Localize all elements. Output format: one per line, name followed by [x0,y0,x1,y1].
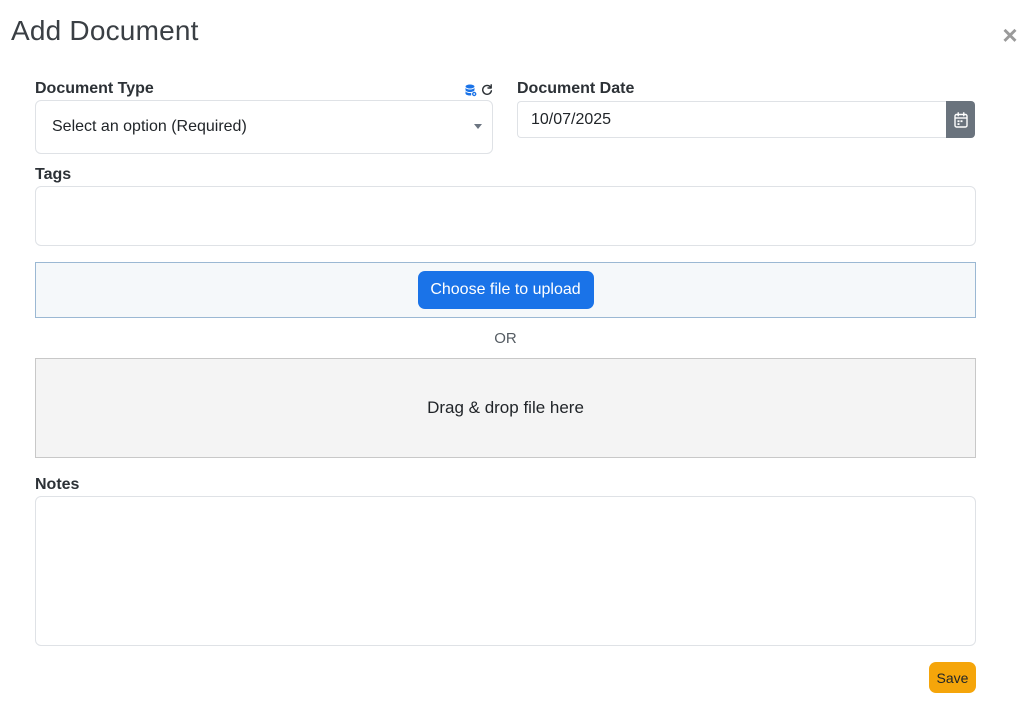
document-type-label: Document Type [35,80,154,97]
document-date-value: 10/07/2025 [531,110,612,128]
notes-textarea[interactable] [35,496,976,646]
notes-label: Notes [35,476,80,493]
date-picker-button[interactable] [946,101,975,138]
document-date-label: Document Date [517,80,635,97]
document-type-placeholder: Select an option (Required) [52,118,247,135]
document-type-actions [465,83,493,97]
refresh-icon[interactable] [481,83,493,97]
calendar-icon [953,111,968,128]
or-separator: OR [494,330,517,347]
document-type-select[interactable]: Select an option (Required) [35,100,493,154]
modal-title: Add Document [11,15,199,46]
document-date-input[interactable]: 10/07/2025 [517,101,947,138]
save-button[interactable]: Save [929,662,976,693]
chevron-down-icon [474,124,482,129]
drop-zone-text: Drag & drop file here [427,398,584,417]
choose-file-button[interactable]: Choose file to upload [417,271,594,309]
tags-label: Tags [35,166,72,183]
drag-drop-zone[interactable]: Drag & drop file here [35,358,976,458]
upload-area: Choose file to upload [35,262,976,318]
tags-input[interactable] [35,186,976,246]
close-icon[interactable]: × [999,20,1021,50]
database-settings-icon[interactable] [465,83,477,97]
